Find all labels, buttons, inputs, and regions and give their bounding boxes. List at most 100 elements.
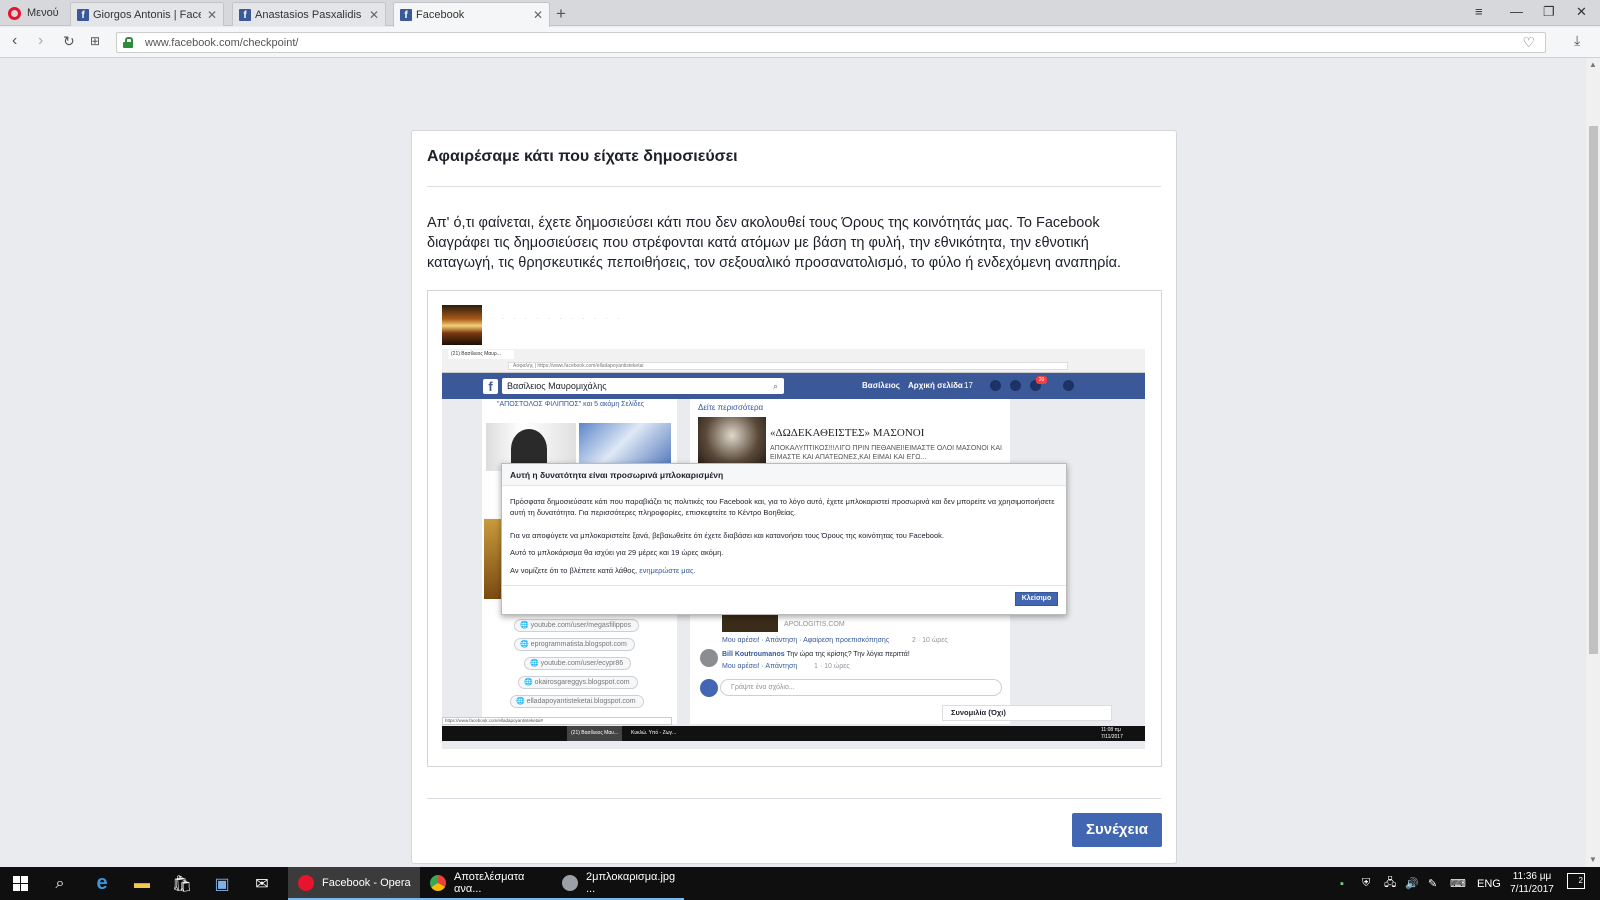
taskbar-app-label: Facebook - Opera — [322, 876, 411, 889]
footer-divider — [427, 798, 1161, 799]
tab-close-icon[interactable]: ✕ — [207, 8, 217, 22]
tab-title: Anastasios Pasxalidis | Facebook — [255, 8, 363, 21]
taskbar-clock[interactable]: 11:36 μμ 7/11/2017 — [1502, 870, 1562, 896]
tab-anastasios-pasxalidis[interactable]: f Anastasios Pasxalidis | Facebook ✕ — [232, 2, 386, 26]
store-icon[interactable]: 🛍 — [162, 867, 202, 900]
embedded-link-thumb — [722, 614, 778, 632]
tab-close-icon[interactable]: ✕ — [533, 8, 543, 22]
embedded-liked-pages: "ΑΠΟΣΤΟΛΟΣ ΦΙΛΙΠΠΟΣ" και 5 ακόμη Σελίδες — [497, 401, 645, 408]
removal-description: Απ' ό,τι φαίνεται, έχετε δημοσιεύσει κάτ… — [427, 215, 1121, 271]
blurred-author-name: · · · · · · · · · · · · — [490, 313, 623, 323]
embedded-clock: 11:08 πμ 7/11/2017 — [1101, 727, 1123, 740]
embedded-actions: Μου αρέσει! · Απάντηση · Αφαίρεση προεπι… — [722, 637, 890, 644]
embedded-browser-chrome: (21) Βασίλειος Μαυρ... Ασφαλής | https:/… — [442, 349, 1145, 373]
embedded-tab: (21) Βασίλειος Μαυρ... — [448, 350, 514, 359]
windows-start-icon[interactable] — [0, 867, 40, 900]
tab-title: Giorgos Antonis | Facebook — [93, 8, 201, 21]
embedded-chat-bar: Συνομιλία (Όχι) — [942, 705, 1112, 721]
embedded-messages-icon — [1010, 380, 1021, 391]
embedded-own-avatar — [700, 679, 718, 697]
opera-menu-label: Μενού — [27, 7, 59, 19]
back-arrow-icon[interactable]: ‹ — [12, 32, 17, 50]
embedded-actions-meta: 2 · 10 ώρες — [912, 637, 948, 644]
post-author-thumbnail — [442, 305, 482, 345]
language-indicator[interactable]: ENG — [1477, 867, 1501, 900]
page-title: Αφαιρέσαμε κάτι που είχατε δημοσιεύσει — [427, 148, 738, 165]
taskbar-app-chrome[interactable]: Αποτελέσματα ανα... — [420, 867, 552, 900]
embedded-url: Ασφαλής | https://www.facebook.com/ellad… — [508, 362, 1068, 370]
new-tab-plus-icon[interactable]: + — [556, 4, 566, 24]
tab-facebook-active[interactable]: f Facebook ✕ — [393, 2, 550, 27]
embedded-write-comment: Γράψτε ένα σχόλιο... — [720, 679, 1002, 696]
taskbar-app-opera[interactable]: Facebook - Opera — [288, 867, 420, 900]
edge-icon[interactable]: e — [82, 867, 122, 900]
embedded-nav-home: Αρχική σελίδα — [908, 381, 963, 390]
embedded-link-pill: 🌐 youtube.com/user/megasfilippos — [514, 619, 640, 632]
embedded-dialog-p4: Αν νομίζετε ότι το βλέπετε κατά λάθος, ε… — [510, 566, 696, 575]
opera-logo-icon — [8, 6, 21, 20]
minimize-icon[interactable]: — — [1510, 4, 1523, 19]
bookmark-heart-icon[interactable]: ♡ — [1522, 34, 1535, 51]
tab-close-icon[interactable]: ✕ — [369, 8, 379, 22]
continue-button[interactable]: Συνέχεια — [1072, 813, 1162, 847]
embedded-link-pill: 🌐 elladapoyantisteketai.blogspot.com — [510, 695, 644, 708]
forward-arrow-icon[interactable]: › — [38, 32, 43, 50]
opera-menu-button[interactable]: Μενού — [0, 0, 66, 26]
search-icon[interactable]: ⌕ — [40, 867, 80, 900]
facebook-favicon-icon: f — [77, 8, 89, 21]
embedded-taskbar: (21) Βασίλειος Μαυ... Κυκλώ. Υπό - Ζωγ..… — [442, 726, 1145, 741]
embedded-nav-name: Βασίλειος — [862, 381, 900, 390]
speed-dial-grid-icon[interactable]: ⊞ — [90, 34, 100, 48]
embedded-link-pill: 🌐 youtube.com/user/ecypr86 — [524, 657, 632, 670]
embedded-see-more: Δείτε περισσότερα — [698, 403, 764, 412]
network-tray-icon[interactable]: 🖧 — [1384, 867, 1396, 900]
opera-app-icon — [298, 874, 314, 891]
embedded-search-icon: ⌕ — [772, 381, 778, 391]
reload-icon[interactable]: ↻ — [63, 33, 75, 50]
checkpoint-card: Αφαιρέσαμε κάτι που είχατε δημοσιεύσει Α… — [411, 130, 1177, 864]
taskbar-app-label: 2μπλοκαρισμα.jpg ... — [586, 870, 676, 895]
embedded-dialog-footer-divider — [502, 585, 1066, 586]
removed-post-preview: · · · · · · · · · · · · (21) Βασίλειος Μ… — [427, 290, 1162, 767]
browser-tab-strip: Μενού f Giorgos Antonis | Facebook ✕ f A… — [0, 0, 1600, 27]
shield-tray-icon[interactable]: ⛨ — [1362, 867, 1370, 900]
computer-icon[interactable]: ▣ — [202, 867, 242, 900]
download-icon[interactable]: ⤓ — [1574, 32, 1580, 49]
tab-menu-icon[interactable]: ≡ — [1475, 4, 1483, 19]
page-scrollbar[interactable]: ▲ ▼ — [1586, 58, 1600, 867]
clock-time: 11:36 μμ — [1512, 871, 1552, 882]
volume-tray-icon[interactable]: 🔊 — [1405, 867, 1419, 900]
windows-taskbar: ⌕ e ▬ 🛍 ▣ ✉ Facebook - Opera Αποτελέσματ… — [0, 867, 1600, 900]
file-explorer-icon[interactable]: ▬ — [122, 867, 162, 900]
scrollbar-thumb[interactable] — [1589, 126, 1598, 654]
scroll-down-arrow-icon[interactable]: ▼ — [1589, 855, 1597, 864]
embedded-friends-icon — [990, 380, 1001, 391]
embedded-notification-badge: 20 — [1036, 376, 1047, 384]
chrome-app-icon — [430, 874, 446, 891]
keyboard-tray-icon[interactable]: ⌨ — [1450, 867, 1466, 900]
embedded-apologitis: APOLOGITIS.COM — [784, 621, 845, 628]
scroll-up-arrow-icon[interactable]: ▲ — [1589, 60, 1597, 69]
facebook-favicon-icon: f — [400, 9, 412, 21]
embedded-article-image — [698, 417, 766, 463]
embedded-screenshot-image: (21) Βασίλειος Μαυρ... Ασφαλής | https:/… — [442, 349, 1145, 749]
url-text: www.facebook.com/checkpoint/ — [145, 37, 299, 49]
embedded-actions-2-meta: 1 · 10 ώρες — [814, 663, 850, 670]
close-window-icon[interactable]: ✕ — [1576, 4, 1587, 20]
nvidia-tray-icon[interactable]: ▪ — [1340, 867, 1344, 900]
restore-icon[interactable]: ❐ — [1543, 4, 1555, 20]
embedded-help-icon — [1063, 380, 1074, 391]
embedded-photo-strip — [484, 519, 502, 599]
pen-tray-icon[interactable]: ✎ — [1428, 867, 1437, 900]
embedded-nav-home-count: 17 — [964, 381, 973, 390]
action-center-icon[interactable]: 2 — [1567, 873, 1585, 889]
tab-giorgos-antonis[interactable]: f Giorgos Antonis | Facebook ✕ — [70, 2, 224, 26]
taskbar-app-image-viewer[interactable]: 2μπλοκαρισμα.jpg ... — [552, 867, 684, 900]
address-bar-row: ‹ › ↻ ⊞ www.facebook.com/checkpoint/ ♡ ⤓ — [0, 27, 1600, 58]
url-input[interactable]: www.facebook.com/checkpoint/ ♡ — [116, 32, 1546, 53]
embedded-dialog-title: Αυτή η δυνατότητα είναι προσωρινά μπλοκα… — [502, 464, 1066, 486]
mail-icon[interactable]: ✉ — [242, 867, 282, 900]
embedded-dialog-p1: Πρόσφατα δημοσιεύσατε κάτι που παραβιάζε… — [510, 497, 1055, 517]
paint-app-icon — [562, 874, 578, 891]
lock-icon — [123, 37, 133, 48]
